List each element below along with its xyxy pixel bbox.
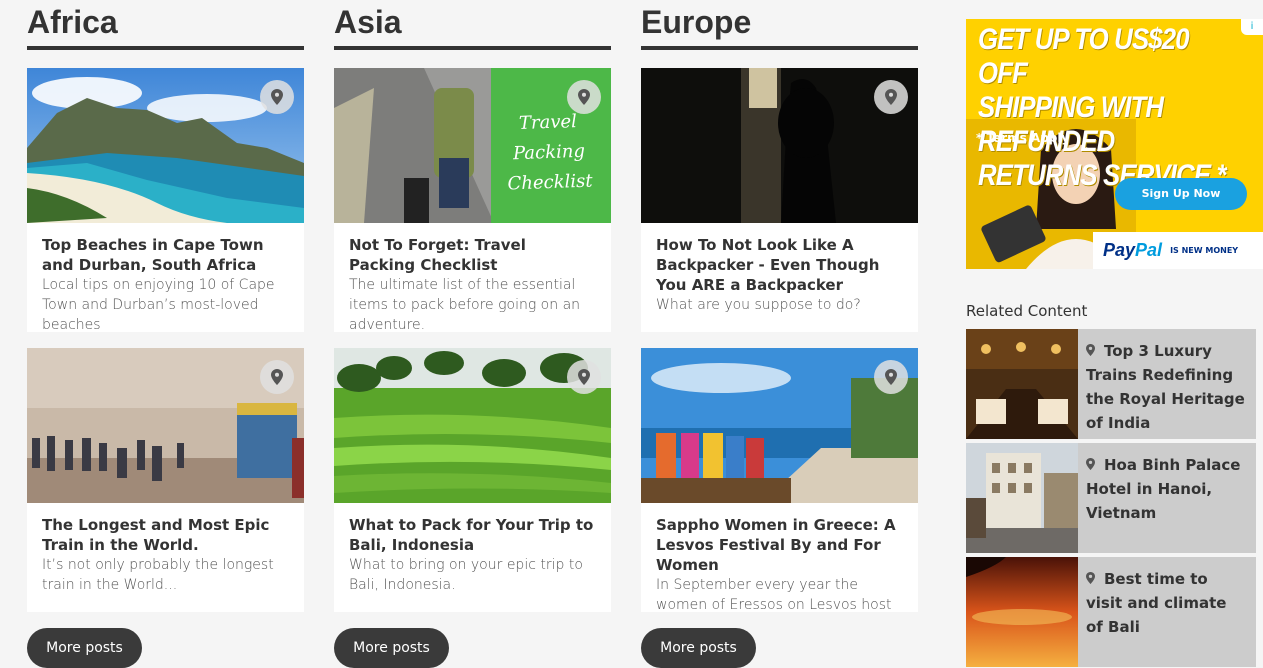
post-card[interactable]: How To Not Look Like A Backpacker - Even… xyxy=(641,68,918,332)
map-marker-icon xyxy=(1086,453,1098,477)
column-title: Africa xyxy=(27,0,304,50)
ad-terms: * Terms Apply xyxy=(976,131,1070,145)
post-card[interactable]: Travel Packing Checklist Not To Forget: … xyxy=(334,68,611,332)
related-item[interactable]: Best time to visit and climate of Bali xyxy=(966,557,1256,667)
post-image[interactable] xyxy=(27,348,304,503)
map-marker-icon[interactable] xyxy=(874,360,908,394)
post-card[interactable]: Top Beaches in Cape Town and Durban, Sou… xyxy=(27,68,304,332)
post-title[interactable]: Not To Forget: Travel Packing Checklist xyxy=(349,235,596,275)
ad-headline: GET UP TO US$20 OFF SHIPPING WITH REFUND… xyxy=(978,23,1227,192)
more-posts-button[interactable]: More posts xyxy=(641,628,756,668)
more-posts-button[interactable]: More posts xyxy=(334,628,449,668)
post-image[interactable]: Travel Packing Checklist xyxy=(334,68,611,223)
post-title[interactable]: How To Not Look Like A Backpacker - Even… xyxy=(656,235,903,295)
image-overlay-text: Travel Packing Checklist xyxy=(507,111,593,195)
post-image[interactable] xyxy=(27,68,304,223)
map-marker-icon[interactable] xyxy=(260,360,294,394)
adchoices-icon[interactable]: i xyxy=(1241,19,1263,35)
related-item[interactable]: Hoa Binh Palace Hotel in Hanoi, Vietnam xyxy=(966,443,1256,553)
advertisement[interactable]: GET UP TO US$20 OFF SHIPPING WITH REFUND… xyxy=(966,19,1263,269)
post-card[interactable]: Sappho Women in Greece: A Lesvos Festiva… xyxy=(641,348,918,612)
related-item-title[interactable]: Best time to visit and climate of Bali xyxy=(1086,567,1248,639)
post-image[interactable] xyxy=(334,348,611,503)
map-marker-icon[interactable] xyxy=(260,80,294,114)
more-posts-button[interactable]: More posts xyxy=(27,628,142,668)
related-thumbnail[interactable] xyxy=(966,557,1078,667)
column-europe: Europe How To Not Look Like A Backpacker… xyxy=(641,0,918,668)
post-description: What to bring on your epic trip to Bali,… xyxy=(349,557,583,593)
post-title[interactable]: Top Beaches in Cape Town and Durban, Sou… xyxy=(42,235,289,275)
column-africa: Africa Top Beaches in Cape Town and Durb… xyxy=(27,0,304,668)
map-marker-icon xyxy=(1086,567,1098,591)
post-title[interactable]: Sappho Women in Greece: A Lesvos Festiva… xyxy=(656,515,903,575)
post-title[interactable]: What to Pack for Your Trip to Bali, Indo… xyxy=(349,515,596,555)
related-thumbnail[interactable] xyxy=(966,329,1078,439)
post-description: Local tips on enjoying 10 of Cape Town a… xyxy=(42,277,275,332)
map-marker-icon xyxy=(1086,339,1098,363)
related-content-title: Related Content xyxy=(966,302,1088,320)
post-description: It’s not only probably the longest train… xyxy=(42,557,274,593)
map-marker-icon[interactable] xyxy=(567,360,601,394)
post-title[interactable]: The Longest and Most Epic Train in the W… xyxy=(42,515,289,555)
column-title: Europe xyxy=(641,0,918,50)
post-image[interactable] xyxy=(641,348,918,503)
post-description: What are you suppose to do? xyxy=(656,297,861,313)
map-marker-icon[interactable] xyxy=(567,80,601,114)
related-item-title[interactable]: Top 3 Luxury Trains Redefining the Royal… xyxy=(1086,339,1248,435)
post-description: The ultimate list of the essential items… xyxy=(349,277,581,332)
map-marker-icon[interactable] xyxy=(874,80,908,114)
column-title: Asia xyxy=(334,0,611,50)
related-item[interactable]: Top 3 Luxury Trains Redefining the Royal… xyxy=(966,329,1256,439)
sign-up-button[interactable]: Sign Up Now xyxy=(1115,178,1247,210)
post-card[interactable]: The Longest and Most Epic Train in the W… xyxy=(27,348,304,612)
paypal-logo: PayPal IS NEW MONEY xyxy=(1093,232,1263,269)
column-asia: Asia Travel Packing Checklist Not To For… xyxy=(334,0,611,668)
related-thumbnail[interactable] xyxy=(966,443,1078,553)
related-item-title[interactable]: Hoa Binh Palace Hotel in Hanoi, Vietnam xyxy=(1086,453,1248,525)
post-card[interactable]: What to Pack for Your Trip to Bali, Indo… xyxy=(334,348,611,612)
post-image[interactable] xyxy=(641,68,918,223)
post-description: In September every year the women of Ere… xyxy=(656,577,892,612)
